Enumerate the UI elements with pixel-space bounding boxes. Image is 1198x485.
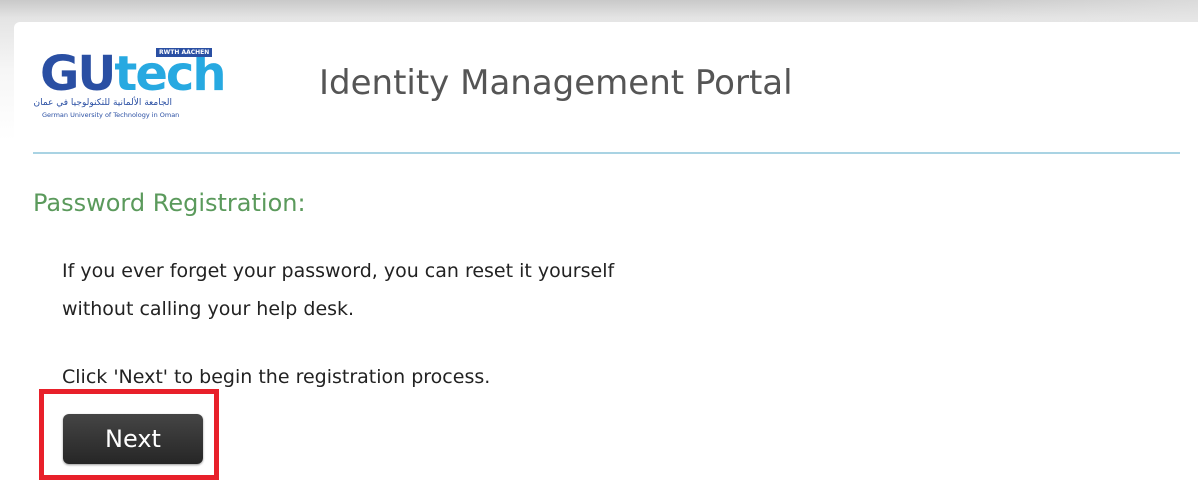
logo-badge: RWTH AACHEN xyxy=(156,48,213,57)
logo-arabic-text: الجامعة الألمانية للتكنولوجيا في عمان xyxy=(33,98,172,108)
logo-english-text: German University of Technology in Oman xyxy=(42,111,180,119)
identity-portal-page: GUtech RWTH AACHEN الجامعة الألمانية للت… xyxy=(0,0,1198,485)
gutech-logo: GUtech RWTH AACHEN الجامعة الألمانية للت… xyxy=(33,44,238,124)
instruction-line-3: Click 'Next' to begin the registration p… xyxy=(62,366,491,388)
instruction-line-2: without calling your help desk. xyxy=(62,298,355,320)
instruction-line-1: If you ever forget your password, you ca… xyxy=(62,260,615,282)
header-divider xyxy=(33,152,1180,154)
portal-title: Identity Management Portal xyxy=(319,63,793,103)
logo-gu-text: GU xyxy=(40,46,116,102)
section-title: Password Registration: xyxy=(33,189,306,217)
next-button[interactable]: Next xyxy=(63,414,203,464)
